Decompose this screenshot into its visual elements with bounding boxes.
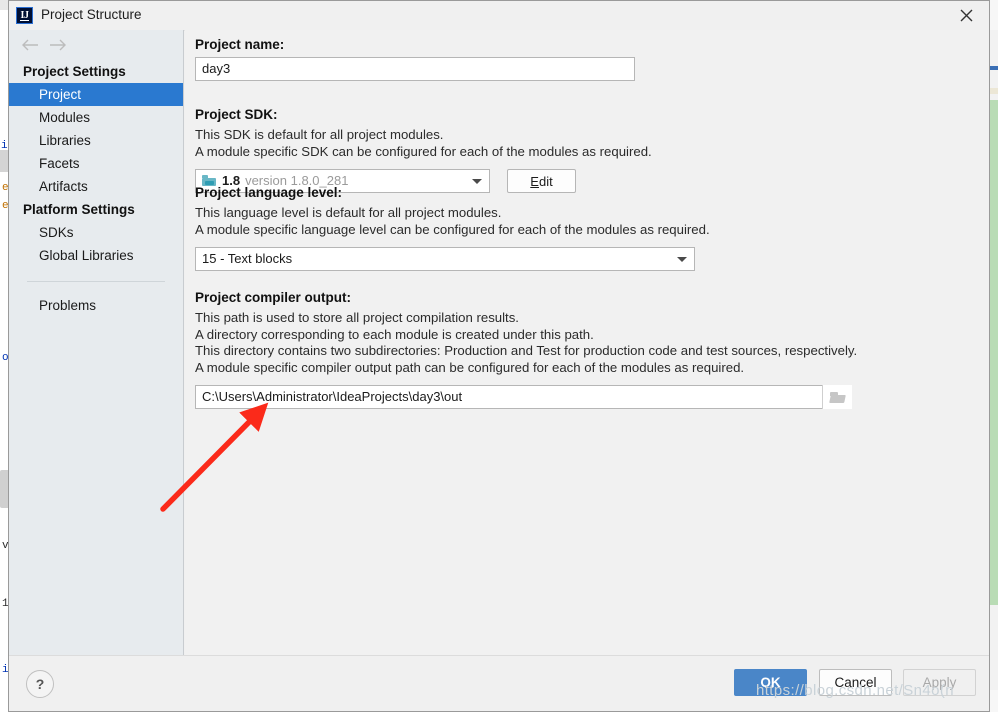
- sidebar-item-libraries[interactable]: Libraries: [9, 129, 183, 152]
- settings-sidebar: Project Settings Project Modules Librari…: [9, 30, 184, 656]
- chevron-down-icon: [472, 179, 482, 184]
- sidebar-group-platform-settings: Platform Settings: [23, 202, 135, 217]
- project-name-input[interactable]: day3: [195, 57, 635, 81]
- sidebar-group-project-settings: Project Settings: [23, 64, 126, 79]
- dialog-title-bar: IJ Project Structure: [9, 1, 989, 31]
- sidebar-navigation: [9, 30, 183, 60]
- forward-arrow-icon[interactable]: [47, 36, 69, 54]
- ide-marker-green: [989, 100, 998, 605]
- compiler-output-label: Project compiler output:: [195, 290, 352, 305]
- compiler-output-section: Project compiler output: This path is us…: [195, 290, 857, 409]
- dialog-footer: ? OK Cancel Apply: [9, 655, 989, 711]
- apply-button[interactable]: Apply: [903, 669, 976, 696]
- compiler-output-desc-line-2: A directory corresponding to each module…: [195, 326, 594, 342]
- sidebar-item-artifacts[interactable]: Artifacts: [9, 175, 183, 198]
- back-arrow-icon[interactable]: [19, 36, 41, 54]
- screen: ir e e o v 1 i IJ Project Structure: [0, 0, 998, 712]
- sidebar-item-sdks[interactable]: SDKs: [9, 221, 183, 244]
- compiler-output-desc-line-4: A module specific compiler output path c…: [195, 359, 745, 375]
- compiler-output-path-input[interactable]: C:\Users\Administrator\IdeaProjects\day3…: [195, 385, 852, 409]
- project-structure-dialog: IJ Project Structure Project Settings Pr…: [8, 0, 990, 712]
- sidebar-item-project[interactable]: Project: [9, 83, 183, 106]
- project-name-section: Project name: day3: [195, 37, 635, 81]
- settings-content-panel: Project name: day3 Project SDK: This SDK…: [185, 30, 989, 656]
- language-level-value: 15 - Text blocks: [202, 251, 293, 266]
- project-name-label: Project name:: [195, 37, 285, 52]
- cancel-button[interactable]: Cancel: [819, 669, 892, 696]
- sidebar-divider: [27, 281, 165, 282]
- project-sdk-label: Project SDK:: [195, 107, 278, 122]
- project-sdk-desc-line-2: A module specific SDK can be configured …: [195, 143, 652, 159]
- help-button[interactable]: ?: [26, 670, 54, 698]
- language-level-label: Project language level:: [195, 185, 343, 200]
- sidebar-item-facets[interactable]: Facets: [9, 152, 183, 175]
- dialog-title: Project Structure: [41, 7, 142, 22]
- compiler-output-desc-line-3: This directory contains two subdirectori…: [195, 343, 858, 358]
- sidebar-item-problems[interactable]: Problems: [9, 294, 183, 317]
- language-level-dropdown[interactable]: 15 - Text blocks: [195, 247, 695, 271]
- ide-marker-tan: [989, 88, 998, 94]
- sidebar-item-global-libraries[interactable]: Global Libraries: [9, 244, 183, 267]
- folder-browse-icon: [829, 391, 846, 403]
- project-sdk-section: Project SDK: This SDK is default for all…: [195, 107, 652, 193]
- sidebar-item-modules[interactable]: Modules: [9, 106, 183, 129]
- intellij-idea-icon: IJ: [16, 7, 33, 24]
- ide-marker-blue: [989, 66, 998, 70]
- language-level-desc-line-1: This language level is default for all p…: [195, 205, 502, 220]
- browse-output-path-button[interactable]: [822, 385, 852, 409]
- ok-button[interactable]: OK: [734, 669, 807, 696]
- chevron-down-icon: [677, 257, 687, 262]
- language-level-desc-line-2: A module specific language level can be …: [195, 221, 710, 237]
- language-level-section: Project language level: This language le…: [195, 185, 710, 271]
- compiler-output-desc-line-1: This path is used to store all project c…: [195, 310, 519, 325]
- project-sdk-desc-line-1: This SDK is default for all project modu…: [195, 127, 444, 142]
- close-icon[interactable]: [943, 1, 989, 29]
